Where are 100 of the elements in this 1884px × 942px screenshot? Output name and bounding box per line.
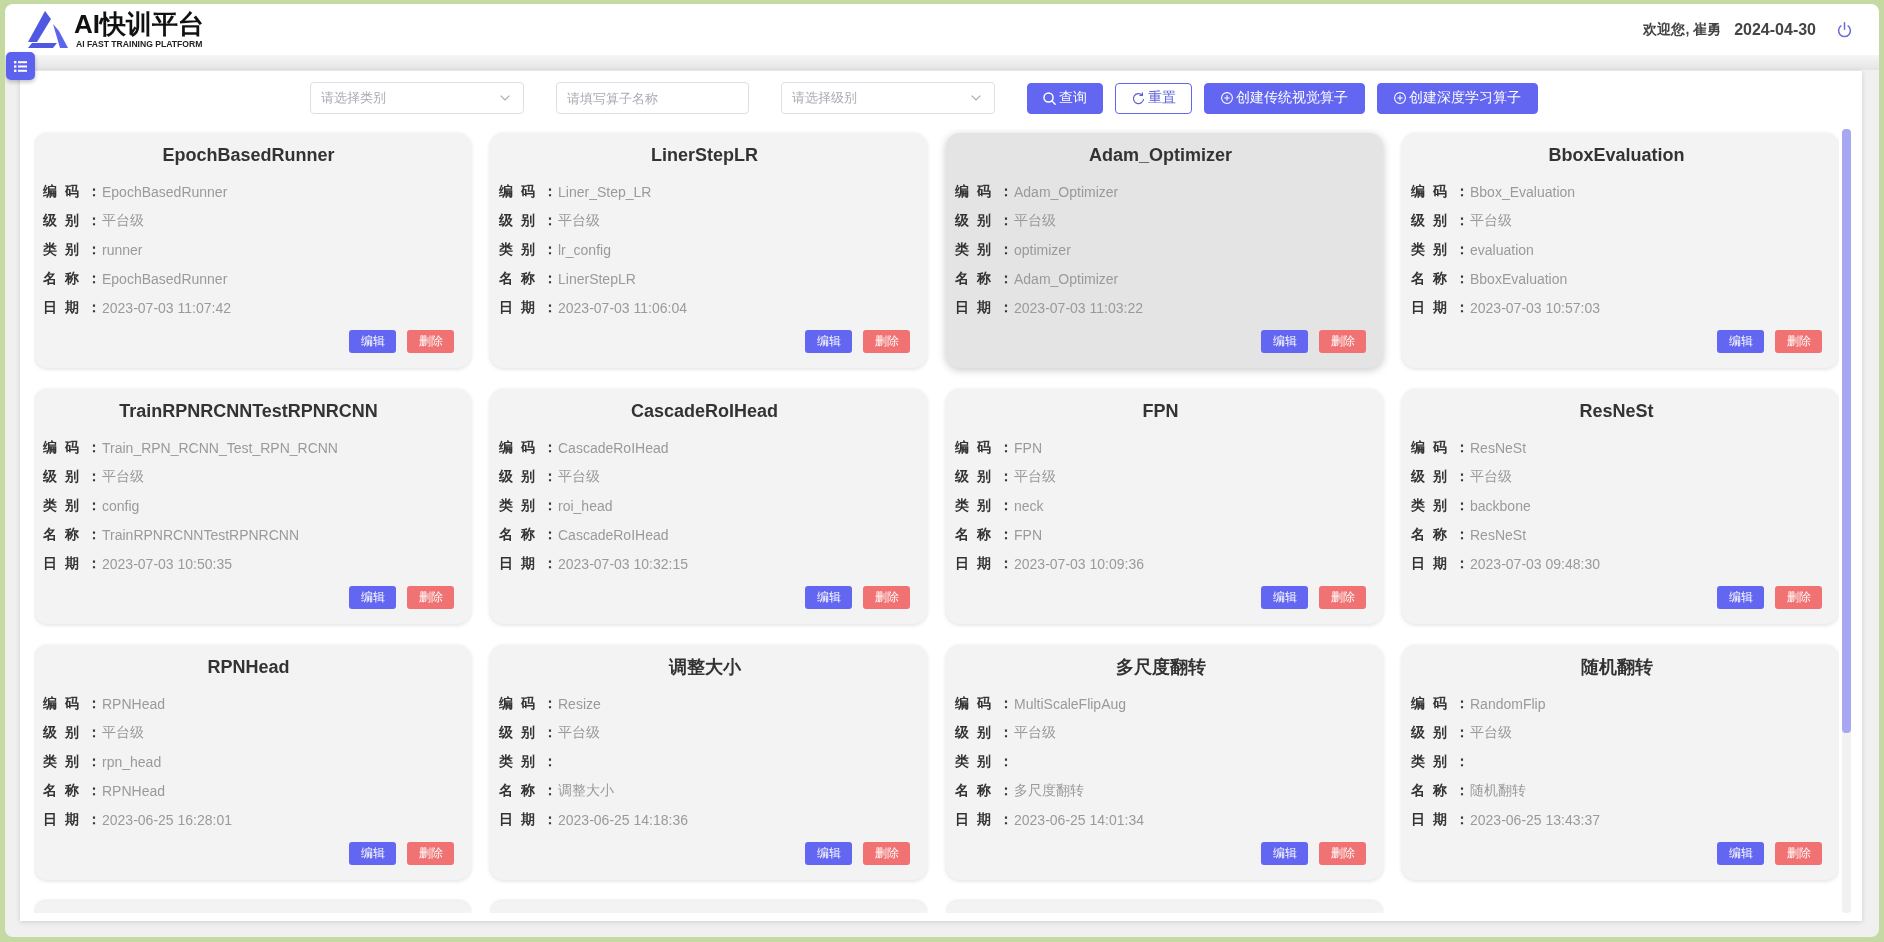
- field-label: 类 别 ：: [499, 752, 558, 771]
- create-button[interactable]: 创建传统视觉算子: [1204, 82, 1365, 114]
- field-value: 平台级: [1014, 723, 1056, 742]
- name-input-field[interactable]: 请填写算子名称: [556, 82, 749, 114]
- field-label: 类 别 ：: [43, 240, 102, 259]
- field-label: 日 期 ：: [955, 554, 1014, 573]
- field-label: 编 码 ：: [43, 182, 102, 201]
- field-label: 级 别 ：: [43, 723, 102, 742]
- field-value: 2023-07-03 11:03:22: [1014, 299, 1143, 316]
- field-label: 类 别 ：: [1411, 496, 1470, 515]
- card-title: EpochBasedRunner: [162, 144, 335, 167]
- refresh-icon: [1131, 91, 1145, 105]
- field-value: 调整大小: [558, 781, 614, 800]
- create-button[interactable]: 创建深度学习算子: [1377, 82, 1538, 114]
- field-label: 名 称 ：: [955, 525, 1014, 544]
- card-title: LinerStepLR: [651, 144, 758, 167]
- field-value: Adam_Optimizer: [1014, 183, 1119, 200]
- scrollbar-track[interactable]: [1842, 129, 1851, 913]
- field-label: 类 别 ：: [499, 496, 558, 515]
- field-value: 多尺度翻转: [1014, 781, 1084, 800]
- date-text: 2024-04-30: [1734, 20, 1816, 39]
- caret-icon: [500, 95, 510, 101]
- field-value: 平台级: [1470, 467, 1512, 486]
- edit-button[interactable]: 编辑: [805, 842, 852, 865]
- field-label: 名 称 ：: [955, 269, 1014, 288]
- category-select[interactable]: 请选择类别: [310, 82, 524, 114]
- delete-button[interactable]: 删除: [863, 586, 910, 609]
- delete-button[interactable]: 删除: [1319, 842, 1366, 865]
- field-value: 2023-07-03 10:57:03: [1470, 299, 1600, 316]
- edit-button[interactable]: 编辑: [1261, 842, 1308, 865]
- field-label: 编 码 ：: [43, 694, 102, 713]
- search-button[interactable]: 查询: [1027, 82, 1103, 114]
- field-value: 平台级: [1470, 211, 1512, 230]
- field-value: rpn_head: [102, 753, 162, 770]
- logo-subtitle: AI FAST TRAINING PLATFORM: [76, 38, 203, 49]
- field-label: 日 期 ：: [43, 298, 102, 317]
- field-label: 名 称 ：: [1411, 781, 1470, 800]
- power-icon[interactable]: [1837, 21, 1852, 38]
- edit-button[interactable]: 编辑: [349, 586, 396, 609]
- delete-button[interactable]: 删除: [407, 842, 454, 865]
- field-value: 2023-07-03 10:09:36: [1014, 555, 1144, 572]
- field-label: 级 别 ：: [1411, 723, 1470, 742]
- field-label: 日 期 ：: [43, 554, 102, 573]
- level-select[interactable]: 请选择级别: [781, 82, 995, 114]
- edit-button[interactable]: 编辑: [1717, 586, 1764, 609]
- field-label: 名 称 ：: [499, 781, 558, 800]
- edit-button[interactable]: 编辑: [349, 330, 396, 353]
- field-value: EpochBasedRunner: [102, 183, 228, 200]
- field-label: 日 期 ：: [1411, 298, 1470, 317]
- scrollbar-thumb[interactable]: [1842, 129, 1851, 733]
- delete-button[interactable]: 删除: [407, 586, 454, 609]
- logo-icon: [26, 11, 68, 48]
- field-value: 平台级: [558, 467, 600, 486]
- field-value: neck: [1014, 497, 1044, 514]
- field-value: evaluation: [1470, 241, 1534, 258]
- delete-button[interactable]: 删除: [863, 330, 910, 353]
- field-value: 2023-07-03 10:32:15: [558, 555, 688, 572]
- edit-button[interactable]: 编辑: [1261, 330, 1308, 353]
- field-value: 2023-07-03 10:50:35: [102, 555, 232, 572]
- edit-button[interactable]: 编辑: [1717, 842, 1764, 865]
- delete-button[interactable]: 删除: [1775, 330, 1822, 353]
- edit-button[interactable]: 编辑: [1717, 330, 1764, 353]
- field-value: RandomFlip: [1470, 695, 1546, 712]
- edit-button[interactable]: 编辑: [805, 330, 852, 353]
- field-value: config: [102, 497, 140, 514]
- field-value: CascadeRoIHead: [558, 526, 669, 543]
- field-label: 级 别 ：: [499, 467, 558, 486]
- field-label: 名 称 ：: [43, 525, 102, 544]
- card-title: 多尺度翻转: [1115, 656, 1206, 679]
- field-label: 级 别 ：: [1411, 211, 1470, 230]
- field-label: 编 码 ：: [955, 182, 1014, 201]
- plus-circle-icon: [1221, 92, 1233, 104]
- edit-button[interactable]: 编辑: [805, 586, 852, 609]
- field-label: 日 期 ：: [499, 298, 558, 317]
- field-label: 级 别 ：: [1411, 467, 1470, 486]
- field-label: 类 别 ：: [499, 240, 558, 259]
- field-label: 编 码 ：: [1411, 438, 1470, 457]
- delete-button[interactable]: 删除: [1319, 586, 1366, 609]
- card-title: Adam_Optimizer: [1088, 144, 1232, 167]
- field-label: 类 别 ：: [955, 752, 1014, 771]
- delete-button[interactable]: 删除: [407, 330, 454, 353]
- reset-button[interactable]: 重置: [1115, 82, 1192, 114]
- field-value: 2023-06-25 14:01:34: [1014, 811, 1144, 828]
- field-value: ResNeSt: [1470, 526, 1527, 543]
- field-value: RPNHead: [102, 695, 166, 712]
- menu-button[interactable]: [6, 52, 35, 80]
- delete-button[interactable]: 删除: [1775, 842, 1822, 865]
- edit-button[interactable]: 编辑: [349, 842, 396, 865]
- field-value: 2023-06-25 16:28:01: [102, 811, 232, 828]
- field-value: FPN: [1014, 526, 1042, 543]
- delete-button[interactable]: 删除: [1319, 330, 1366, 353]
- delete-button[interactable]: 删除: [1775, 586, 1822, 609]
- field-label: 类 别 ：: [43, 752, 102, 771]
- field-value: Train_RPN_RCNN_Test_RPN_RCNN: [102, 439, 338, 456]
- delete-button[interactable]: 删除: [863, 842, 910, 865]
- caret-icon: [971, 95, 981, 101]
- field-value: lr_config: [558, 241, 611, 258]
- edit-button[interactable]: 编辑: [1261, 586, 1308, 609]
- field-value: Adam_Optimizer: [1014, 270, 1119, 287]
- field-value: runner: [102, 241, 143, 258]
